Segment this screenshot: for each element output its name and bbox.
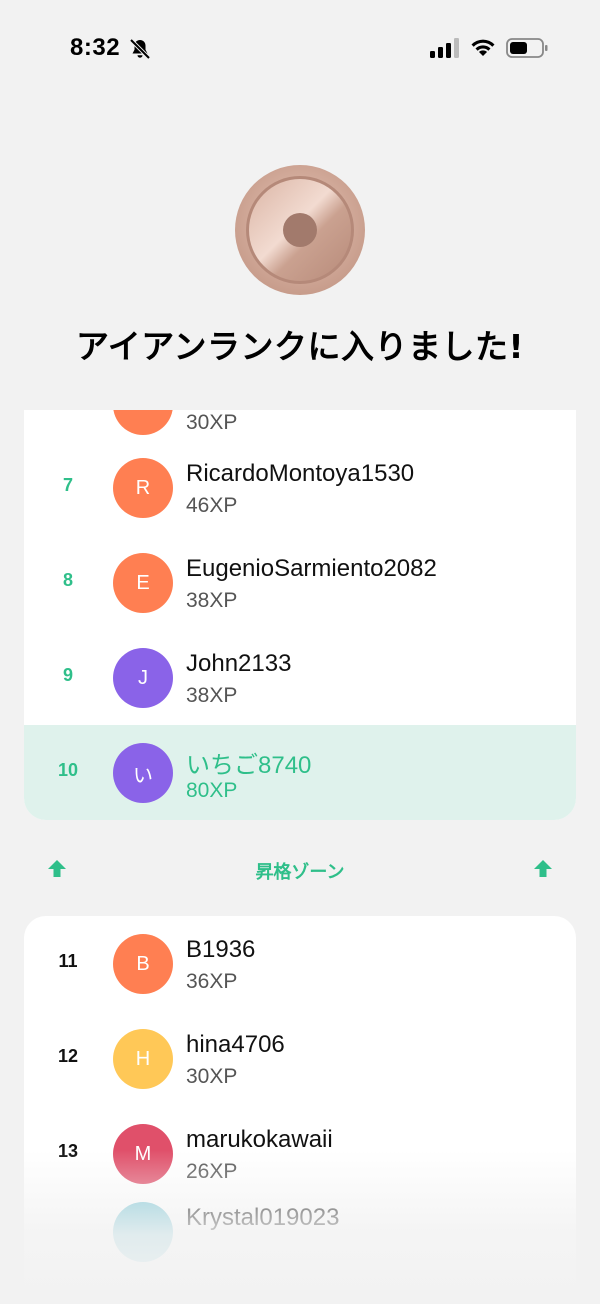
avatar	[113, 1202, 173, 1262]
row-username: EugenioSarmiento2082	[186, 555, 437, 582]
row-xp: 46XP	[186, 494, 238, 517]
row-username: John2133	[186, 650, 292, 677]
rank-number: 13	[57, 1141, 79, 1161]
row-username: hina4706	[186, 1031, 285, 1058]
row-username: RicardoMontoya1530	[186, 460, 415, 487]
arrow-up-icon	[534, 860, 552, 877]
row-xp: 30XP	[186, 1065, 238, 1088]
avatar	[113, 410, 173, 435]
row-username: marukokawaii	[186, 1126, 333, 1153]
leaderboard-top-card: 30XP 7 R RicardoMontoya1530 46XP 8 E Eug…	[24, 410, 576, 820]
leaderboard-row[interactable]: 8 E EugenioSarmiento2082 38XP	[24, 535, 576, 630]
avatar: B	[113, 934, 173, 994]
rank-number: 10	[57, 760, 79, 780]
rank-number: 12	[57, 1046, 79, 1066]
leaderboard-row[interactable]: 7 R RicardoMontoya1530 46XP	[24, 440, 576, 535]
rank-number: 7	[62, 475, 73, 495]
avatar: J	[113, 648, 173, 708]
leaderboard-row[interactable]: Krystal019023	[24, 1184, 576, 1279]
avatar: R	[113, 458, 173, 518]
row-xp: 38XP	[186, 684, 238, 707]
rank-number: 9	[62, 665, 73, 685]
row-username: B1936	[186, 936, 256, 963]
bell-muted-icon	[129, 38, 151, 60]
row-username: Krystal019023	[186, 1204, 340, 1231]
rank-number: 8	[62, 570, 73, 590]
leaderboard-bottom-card: 11 B B1936 36XP 12 H hina4706 30XP 13 M …	[24, 916, 576, 1304]
avatar: い	[113, 743, 173, 803]
row-xp: 30XP	[186, 411, 238, 434]
status-bar: 8:32	[0, 0, 600, 96]
avatar: E	[113, 553, 173, 613]
status-time: 8:32	[70, 34, 121, 61]
avatar: H	[113, 1029, 173, 1089]
row-username: いちご8740	[186, 752, 312, 779]
leaderboard-row-current-user[interactable]: 10 い いちご8740 80XP	[24, 725, 576, 820]
row-xp: 26XP	[186, 1160, 238, 1183]
avatar: M	[113, 1124, 173, 1184]
cellular-signal-icon	[430, 38, 459, 58]
iron-rank-medal-icon	[235, 165, 365, 295]
row-xp: 80XP	[186, 779, 238, 802]
rank-title: アイアンランクに入りました!	[75, 327, 525, 366]
promotion-zone-label: 昇格ゾーン	[255, 862, 345, 883]
row-xp: 38XP	[186, 589, 238, 612]
leaderboard-row[interactable]: 11 B B1936 36XP	[24, 916, 576, 1011]
battery-icon	[506, 38, 548, 58]
wifi-icon	[471, 39, 495, 56]
row-xp: 36XP	[186, 970, 238, 993]
leaderboard-row[interactable]: 12 H hina4706 30XP	[24, 1011, 576, 1106]
leaderboard-row[interactable]: 9 J John2133 38XP	[24, 630, 576, 725]
promotion-zone-divider: 昇格ゾーン	[24, 846, 576, 892]
rank-number: 11	[58, 951, 78, 971]
